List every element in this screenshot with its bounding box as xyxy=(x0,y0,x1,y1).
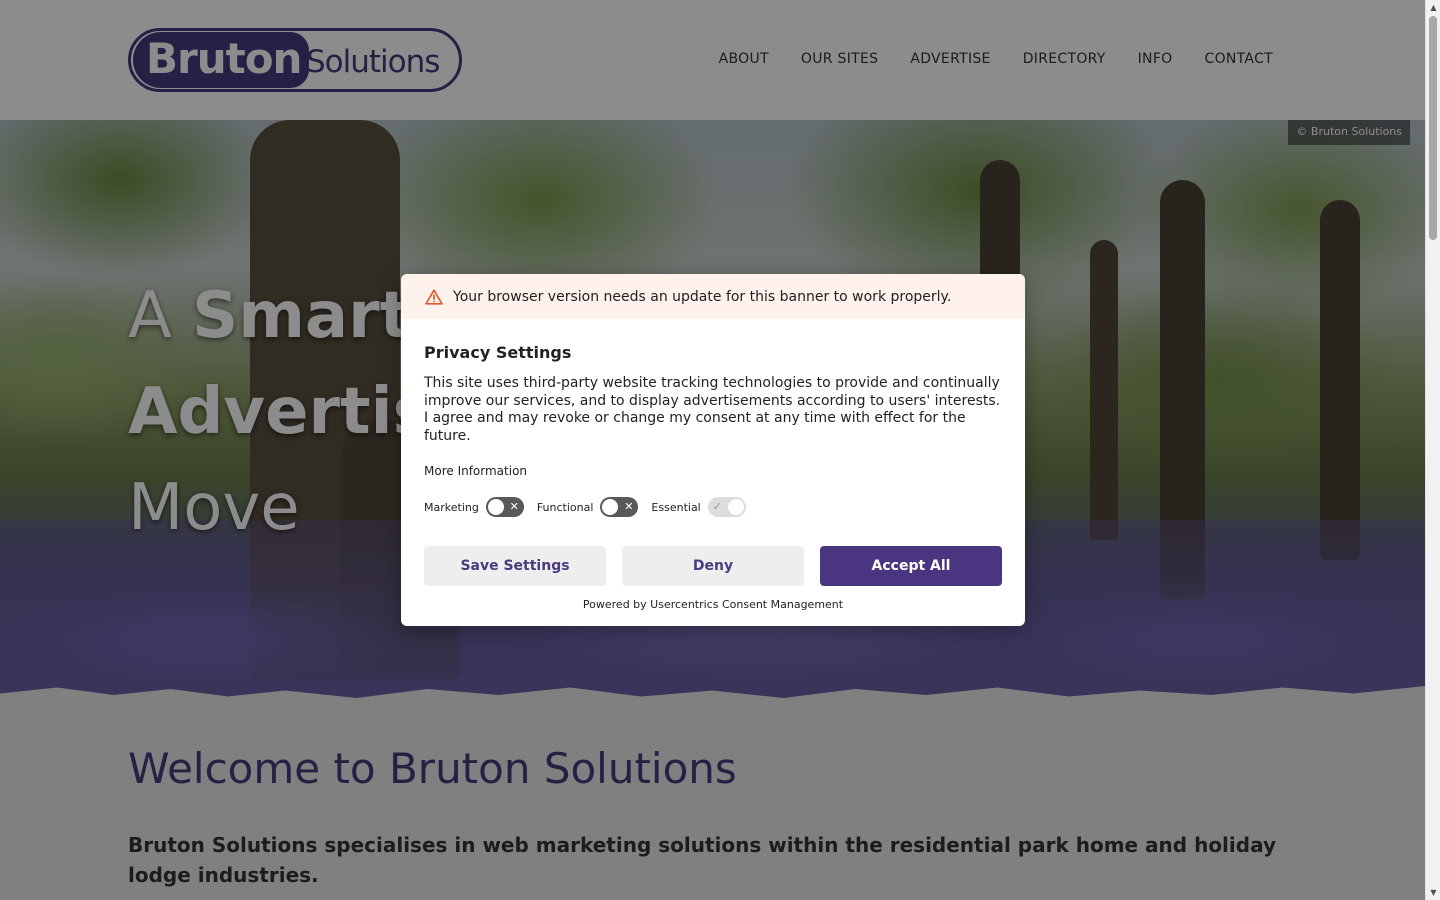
toggle-knob xyxy=(487,499,504,515)
essential-toggle: ✓ xyxy=(707,497,746,517)
dialog-description: This site uses third-party website track… xyxy=(424,375,1001,444)
toggle-label-marketing: Marketing xyxy=(424,500,479,514)
powered-by: Powered by Usercentrics Consent Manageme… xyxy=(401,598,1025,611)
toggle-label-essential: Essential xyxy=(651,500,701,514)
dialog-title: Privacy Settings xyxy=(424,343,572,362)
x-mark-icon: ✕ xyxy=(509,500,519,513)
usercentrics-link[interactable]: Usercentrics Consent Management xyxy=(650,598,843,611)
browser-warning-text: Your browser version needs an update for… xyxy=(453,288,952,305)
save-settings-button[interactable]: Save Settings xyxy=(424,546,606,586)
toggle-knob xyxy=(727,499,744,515)
page-scrollbar[interactable]: ▲ ▼ xyxy=(1425,0,1440,900)
warning-triangle-icon xyxy=(425,288,443,305)
powered-by-prefix: Powered by xyxy=(582,598,651,611)
functional-toggle[interactable]: ✕ xyxy=(600,497,639,517)
deny-button[interactable]: Deny xyxy=(622,546,804,586)
toggle-label-functional: Functional xyxy=(536,500,594,514)
privacy-settings-dialog: Your browser version needs an update for… xyxy=(401,274,1025,626)
scroll-down-arrow-icon[interactable]: ▼ xyxy=(1426,885,1440,900)
consent-toggles: Marketing ✕ Functional ✕ Essential ✓ xyxy=(424,497,759,517)
check-mark-icon: ✓ xyxy=(712,500,722,513)
scroll-up-arrow-icon[interactable]: ▲ xyxy=(1426,0,1440,15)
browser-warning-bar: Your browser version needs an update for… xyxy=(401,274,1025,319)
scrollbar-thumb[interactable] xyxy=(1429,16,1437,240)
more-information-link[interactable]: More Information xyxy=(424,464,527,478)
dialog-actions: Save Settings Deny Accept All xyxy=(424,546,1002,586)
marketing-toggle[interactable]: ✕ xyxy=(485,497,524,517)
x-mark-icon: ✕ xyxy=(624,500,634,513)
accept-all-button[interactable]: Accept All xyxy=(820,546,1002,586)
toggle-knob xyxy=(602,499,619,515)
